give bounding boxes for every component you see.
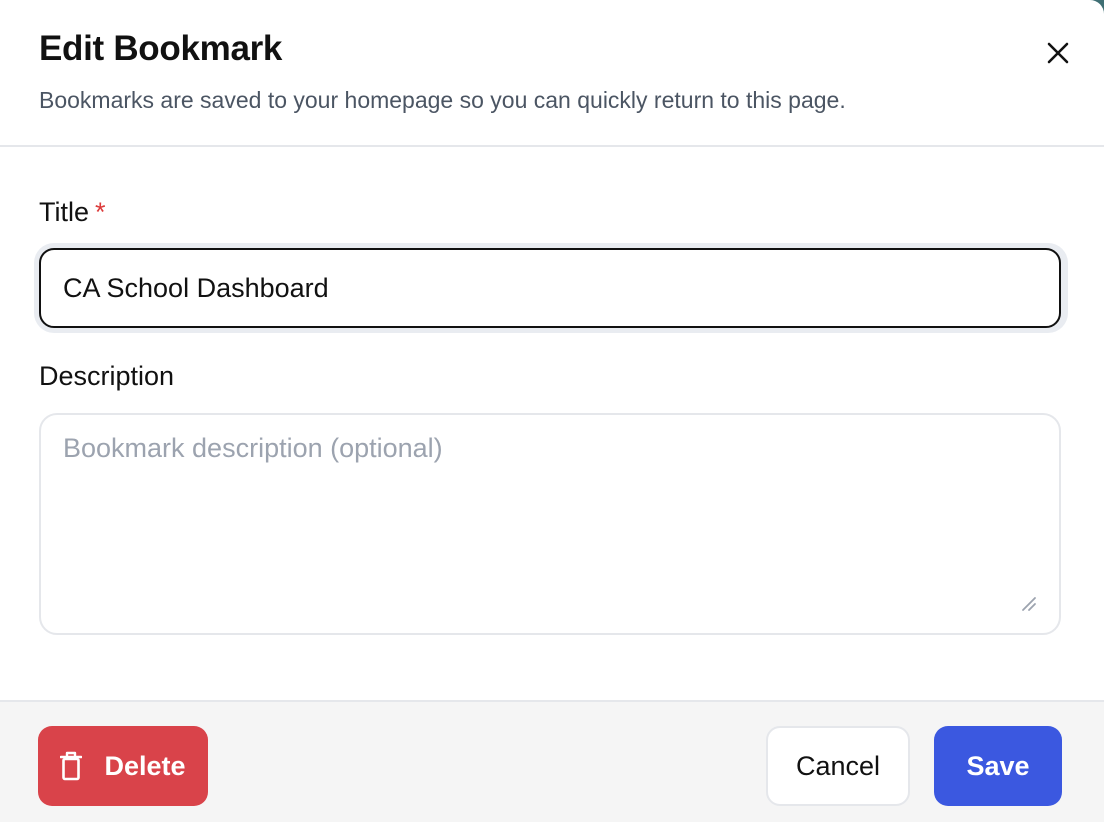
dialog-title: Edit Bookmark bbox=[39, 29, 283, 68]
title-input[interactable] bbox=[39, 248, 1061, 328]
trash-icon bbox=[60, 751, 83, 781]
delete-label: Delete bbox=[104, 750, 186, 781]
dialog-footer: Delete Cancel Save bbox=[0, 700, 1104, 822]
title-field-label: Title * bbox=[39, 197, 106, 228]
close-button[interactable] bbox=[1038, 33, 1078, 73]
required-marker: * bbox=[95, 197, 106, 227]
save-button[interactable]: Save bbox=[934, 726, 1062, 806]
title-label-text: Title bbox=[39, 197, 90, 227]
save-label: Save bbox=[966, 750, 1030, 781]
edit-bookmark-dialog: Edit Bookmark Bookmarks are saved to you… bbox=[0, 0, 1104, 822]
close-icon bbox=[1047, 42, 1069, 64]
dialog-subtitle: Bookmarks are saved to your homepage so … bbox=[39, 87, 846, 113]
cancel-label: Cancel bbox=[795, 750, 881, 781]
dialog-header: Edit Bookmark Bookmarks are saved to you… bbox=[0, 0, 1104, 147]
cancel-button[interactable]: Cancel bbox=[766, 726, 910, 806]
description-field-label: Description bbox=[39, 361, 175, 391]
resize-handle-icon[interactable] bbox=[1019, 594, 1039, 614]
delete-button[interactable]: Delete bbox=[38, 726, 208, 806]
description-textarea[interactable] bbox=[39, 413, 1061, 635]
